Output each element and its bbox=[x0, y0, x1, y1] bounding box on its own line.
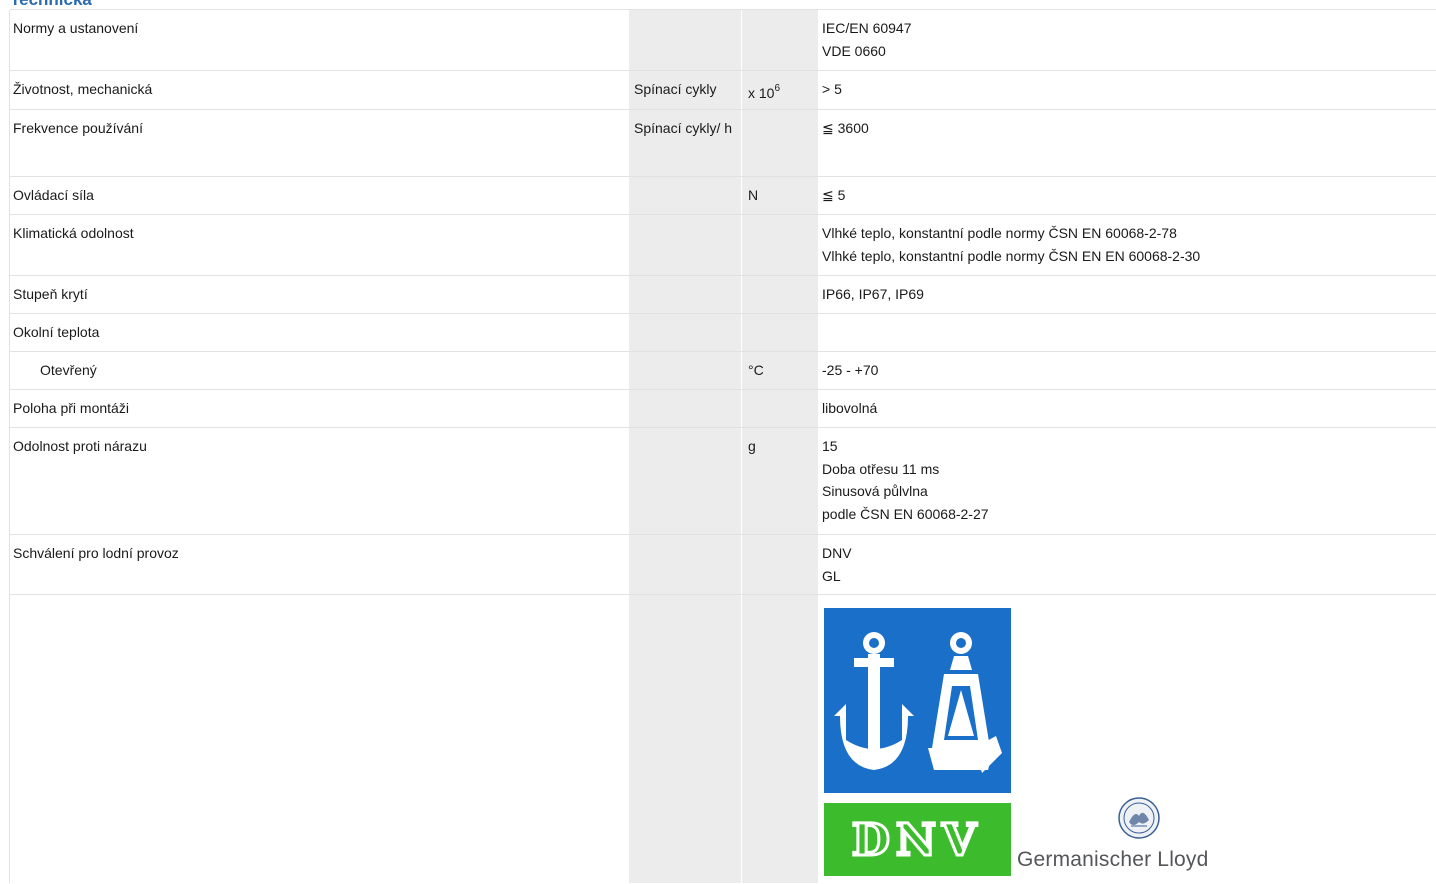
unit-base: x 10 bbox=[748, 85, 775, 101]
row-value: ≦ 3600 bbox=[822, 120, 869, 136]
row-values: Vlhké teplo, konstantní podle normy ČSN … bbox=[822, 222, 1200, 267]
row-unit-text: Spínací cykly bbox=[634, 81, 717, 97]
row-label: Odolnost proti nárazu bbox=[13, 438, 147, 454]
row-values: IEC/EN 60947 VDE 0660 bbox=[822, 17, 912, 62]
row-values: ≦ 5 bbox=[822, 184, 845, 207]
row-label: Normy a ustanovení bbox=[13, 20, 139, 36]
table-row: Odolnost proti nárazu g 15 Doba otřesu 1… bbox=[10, 427, 1436, 535]
table-row: Životnost, mechanická Spínací cykly x 10… bbox=[10, 70, 1436, 110]
table-row: Stupeň krytí IP66, IP67, IP69 bbox=[10, 275, 1436, 314]
row-value: ≦ 5 bbox=[822, 187, 846, 203]
row-unit-text: Spínací cykly/ h bbox=[634, 120, 733, 136]
table-row: Poloha při montáži libovolná bbox=[10, 389, 1436, 428]
row-label: Otevřený bbox=[40, 362, 97, 378]
row-label: Klimatická odolnost bbox=[13, 225, 134, 241]
row-values: ≦ 3600 bbox=[822, 117, 869, 140]
certification-logos: DNV Germanischer Lloyd bbox=[824, 608, 1224, 883]
gl-seal-icon bbox=[1118, 797, 1160, 839]
row-value: 15 bbox=[822, 438, 838, 454]
table-row: Otevřený °C -25 - +70 bbox=[10, 351, 1436, 390]
row-value: GL bbox=[822, 567, 841, 584]
germanischer-lloyd-logo: Germanischer Lloyd bbox=[1016, 796, 1216, 876]
row-values: -25 - +70 bbox=[822, 359, 878, 382]
table-row: Schválení pro lodní provoz DNV GL bbox=[10, 534, 1436, 595]
table-row: Ovládací síla N ≦ 5 bbox=[10, 176, 1436, 215]
dnv-logo: DNV bbox=[824, 803, 1011, 876]
dnv-logo-text: DNV bbox=[852, 815, 983, 866]
row-value: DNV bbox=[822, 545, 852, 561]
row-value: Sinusová půlvlna bbox=[822, 483, 928, 499]
row-value: Vlhké teplo, konstantní podle normy ČSN … bbox=[822, 247, 1201, 264]
row-value: podle ČSN EN 60068-2-27 bbox=[822, 505, 989, 522]
row-value: VDE 0660 bbox=[822, 42, 886, 59]
row-label: Okolní teplota bbox=[13, 324, 100, 340]
row-value: > 5 bbox=[822, 81, 842, 97]
table-row: Frekvence používání Spínací cykly/ h ≦ 3… bbox=[10, 109, 1436, 177]
unit-exponent: 6 bbox=[774, 83, 781, 94]
table-row: Normy a ustanovení IEC/EN 60947 VDE 0660 bbox=[10, 9, 1436, 71]
gl-logo-text: Germanischer Lloyd bbox=[1017, 848, 1209, 871]
row-unit: N bbox=[748, 187, 759, 203]
table-row: Klimatická odolnost Vlhké teplo, konstan… bbox=[10, 214, 1436, 276]
row-unit: g bbox=[748, 438, 756, 454]
row-value: libovolná bbox=[822, 400, 878, 416]
row-value: IP66, IP67, IP69 bbox=[822, 286, 924, 302]
row-values: > 5 bbox=[822, 78, 842, 101]
row-value: Doba otřesu 11 ms bbox=[822, 460, 940, 477]
row-value: IEC/EN 60947 bbox=[822, 20, 912, 36]
row-values: IP66, IP67, IP69 bbox=[822, 283, 924, 306]
row-unit: °C bbox=[748, 362, 764, 378]
row-label: Schválení pro lodní provoz bbox=[13, 545, 179, 561]
row-label: Ovládací síla bbox=[13, 187, 94, 203]
row-label: Poloha při montáži bbox=[13, 400, 129, 416]
table-row: Okolní teplota bbox=[10, 313, 1436, 352]
row-label: Frekvence používání bbox=[13, 120, 143, 136]
row-values: libovolná bbox=[822, 397, 877, 420]
row-value: Vlhké teplo, konstantní podle normy ČSN … bbox=[822, 225, 1177, 241]
row-value: -25 - +70 bbox=[822, 362, 879, 378]
row-label: Stupeň krytí bbox=[13, 286, 88, 302]
row-label: Životnost, mechanická bbox=[13, 81, 153, 97]
ship-approval-anchor-logo bbox=[824, 608, 1011, 793]
row-values: 15 Doba otřesu 11 ms Sinusová půlvlna po… bbox=[822, 435, 989, 525]
row-values: DNV GL bbox=[822, 542, 852, 587]
row-unit: x 106 bbox=[748, 82, 780, 107]
